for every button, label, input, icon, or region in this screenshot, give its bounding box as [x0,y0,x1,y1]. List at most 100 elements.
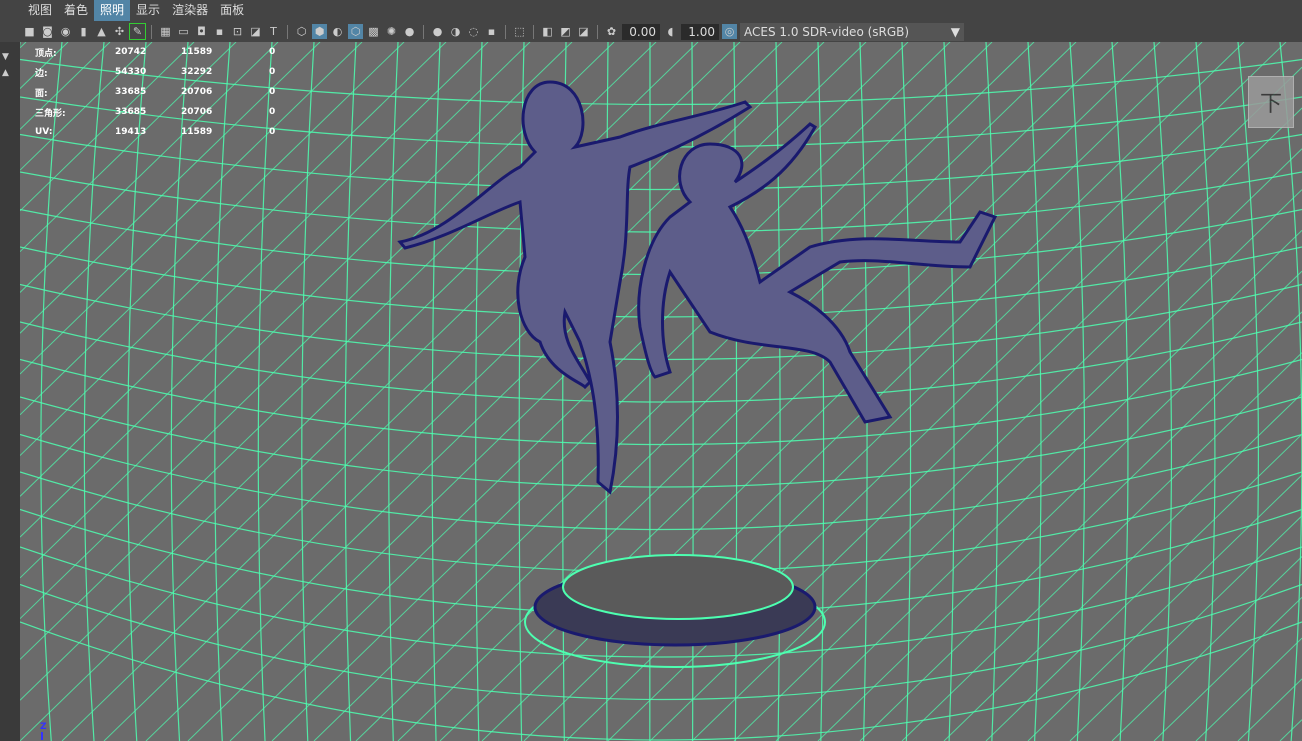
xray-icon[interactable]: ▩ [366,24,381,39]
hud-c: 0 [269,127,276,137]
lights-icon[interactable]: ✺ [384,24,399,39]
grid-line [985,42,999,741]
isolate-select-icon[interactable]: ⬚ [512,24,527,39]
view-cube[interactable]: 下 [1248,76,1294,128]
safe-action-icon[interactable]: ◪ [248,24,263,39]
grid-line [985,433,1302,741]
film-gate-icon[interactable]: ▭ [176,24,191,39]
left-panel-strip: ▼ ▲ [0,42,20,741]
poly-count-hud: 顶点: 20742 11589 0 边: 54330 32292 0 面: 33685 20706 0… [35,42,309,142]
depth-of-field-icon[interactable]: ▪ [484,24,499,39]
grease-pencil-icon[interactable]: ✎ [129,23,146,40]
camera-attributes-icon[interactable]: ◉ [58,24,73,39]
menu-show[interactable]: 显示 [130,0,166,21]
backface-icon[interactable]: ◪ [576,24,591,39]
grid-line [388,42,399,741]
hud-label: 边: [35,68,48,79]
hud-row: 边: 54330 32292 0 [35,62,309,82]
xray-active-icon[interactable]: ◩ [558,24,573,39]
panel-toolbar: ■ ◙ ◉ ▮ ▲ ✣ ✎ ▦ ▭ ◘ ▪ ⊡ ◪ T ⬡ ⬢ ◐ ⬡ ▩ ✺ … [0,21,1302,42]
grid-line [1195,42,1216,741]
arrow-down-icon[interactable]: ▼ [0,42,20,62]
gamma-icon[interactable]: ◖ [663,24,678,39]
menu-view[interactable]: 视图 [22,0,58,21]
grid-line [649,107,1302,741]
gamma-field[interactable]: 1.00 [681,23,719,40]
grid-line [1237,42,1259,741]
grid-line [214,42,231,741]
hud-a: 54330 [115,67,147,77]
hud-row: UV: 19413 11589 0 [35,122,309,142]
grid-line [943,42,955,741]
grid-line [1069,42,1086,741]
divider [597,24,598,39]
hud-c: 0 [269,87,276,97]
grid-line [20,42,27,49]
wireframe-icon[interactable]: ⬡ [294,24,309,39]
field-chart-icon[interactable]: ⊡ [230,24,245,39]
grid-icon[interactable]: ▦ [158,24,173,39]
grid-line [859,311,1302,741]
hud-a: 33685 [115,107,147,117]
hud-label: UV: [35,127,53,137]
grid-line [127,42,147,741]
shadows-icon[interactable]: ● [402,24,417,39]
hud-b: 20706 [181,87,213,97]
hud-a: 19413 [115,127,147,137]
grid-line [1027,42,1042,741]
divider [423,24,424,39]
grid-line [20,396,1302,488]
grid-line [1279,42,1302,741]
default-material-icon[interactable]: ◐ [330,24,345,39]
antialiasing-icon[interactable]: ◌ [466,24,481,39]
smooth-shade-icon[interactable]: ⬢ [312,24,327,39]
menu-renderer[interactable]: 渲染器 [166,0,214,21]
gate-mask-icon[interactable]: ▪ [212,24,227,39]
hud-row: 面: 33685 20706 0 [35,82,309,102]
hud-label: 顶点: [35,48,57,59]
image-plane-icon[interactable]: ▲ [94,24,109,39]
3d-viewport[interactable]: 顶点: 20742 11589 0 边: 54330 32292 0 面: 33685 20706 0… [20,42,1302,741]
bookmark-icon[interactable]: ▮ [76,24,91,39]
grid-line [20,171,1302,233]
exposure-field[interactable]: 0.00 [622,23,660,40]
hud-c: 0 [269,107,276,117]
divider [287,24,288,39]
color-space-dropdown[interactable]: ACES 1.0 SDR-video (sRGB) ▼ [740,22,964,41]
hud-b: 20706 [181,107,213,117]
arrow-up-icon[interactable]: ▲ [0,62,20,78]
hud-c: 0 [269,67,276,77]
menu-bar: 视图 着色 照明 显示 渲染器 面板 [0,0,1302,21]
grid-line [1111,42,1129,741]
hud-row: 顶点: 20742 11589 0 [35,42,309,62]
color-space-value: ACES 1.0 SDR-video (sRGB) [744,24,910,39]
hud-label: 三角形: [35,108,66,119]
menu-lighting[interactable]: 照明 [94,0,131,21]
wireframe-on-shaded-icon[interactable]: ⬡ [348,24,363,39]
grid-line [257,42,273,741]
ambient-occlusion-icon[interactable]: ● [430,24,445,39]
menu-panels[interactable]: 面板 [214,0,250,21]
color-management-icon[interactable]: ◎ [722,24,737,39]
figure-right-mesh [637,122,998,424]
divider [151,24,152,39]
exposure-icon[interactable]: ✿ [604,24,619,39]
motion-blur-icon[interactable]: ◑ [448,24,463,39]
camera-icon[interactable]: ■ [22,24,37,39]
resolution-gate-icon[interactable]: ◘ [194,24,209,39]
lock-camera-icon[interactable]: ◙ [40,24,55,39]
grid-line [1069,515,1302,741]
hud-b: 32292 [181,67,213,77]
menu-shading[interactable]: 着色 [58,0,94,21]
platform-top [562,554,794,620]
hud-c: 0 [269,47,276,57]
hud-row: 三角形: 33685 20706 0 [35,102,309,122]
grid-line [20,433,1302,531]
grid-line [817,270,1302,741]
xray-joints-icon[interactable]: ◧ [540,24,555,39]
grid-line [775,42,781,741]
safe-title-icon[interactable]: T [266,24,281,39]
grid-line [344,42,357,741]
pan-zoom-icon[interactable]: ✣ [112,24,127,39]
axis-indicator: Z [40,722,47,732]
